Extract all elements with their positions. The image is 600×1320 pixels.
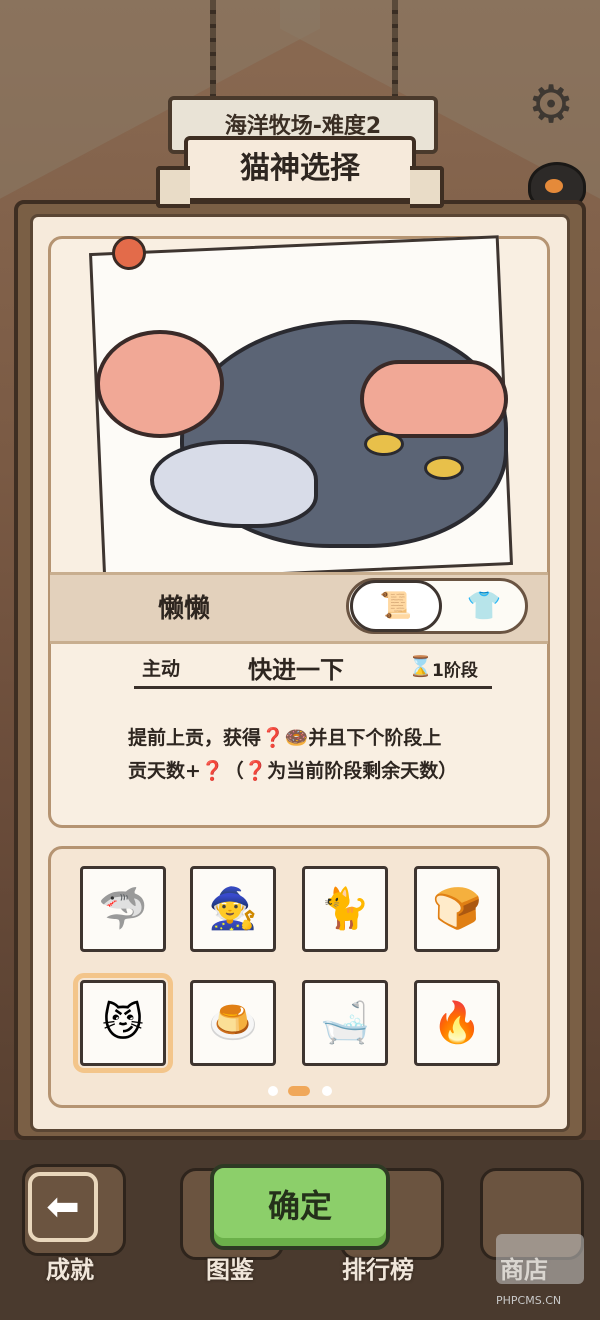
skill-divider bbox=[134, 686, 492, 689]
cat-name: 懒懒 bbox=[158, 594, 211, 624]
cat-eye-left bbox=[364, 432, 404, 456]
description-line-2: 贡天数+❓（❓为当前阶段剩余天数） bbox=[128, 760, 458, 782]
gear-icon[interactable]: ⚙ bbox=[524, 78, 578, 132]
shark-cat-icon[interactable]: 🦈 bbox=[80, 866, 166, 952]
hourglass-icon: ⌛ bbox=[408, 654, 433, 678]
siamese-cat-icon[interactable]: 🐈 bbox=[302, 866, 388, 952]
watermark-text: PHPCMS.CN bbox=[496, 1294, 562, 1307]
nav-achievements[interactable]: 成就 bbox=[46, 1250, 94, 1285]
back-button[interactable]: ⬅ bbox=[28, 1172, 98, 1242]
bath-cat-icon[interactable]: 🛁 bbox=[302, 980, 388, 1066]
chain-right bbox=[392, 0, 398, 96]
lazy-cat-icon[interactable]: 😼 bbox=[73, 973, 173, 1073]
cat-eye-right bbox=[424, 456, 464, 480]
shirt-icon[interactable]: 👕 bbox=[448, 580, 520, 632]
bread-cat-icon[interactable]: 🍞 bbox=[414, 866, 500, 952]
page-dot-active[interactable] bbox=[288, 1086, 310, 1096]
skill-stage: 1阶段 bbox=[432, 661, 478, 681]
panel-title: 猫神选择 bbox=[156, 136, 444, 208]
fire-cat-icon[interactable]: 🔥 bbox=[414, 980, 500, 1066]
skill-type: 主动 bbox=[142, 658, 181, 680]
watermark-logo bbox=[496, 1234, 584, 1284]
certificate-icon[interactable]: 📜 bbox=[350, 580, 442, 632]
wizard-cat-icon[interactable]: 🧙 bbox=[190, 866, 276, 952]
description-line-1: 提前上贡，获得❓🍩并且下个阶段上 bbox=[128, 727, 442, 749]
cat-fluff-hair bbox=[360, 360, 508, 438]
nav-catalog[interactable]: 图鉴 bbox=[206, 1250, 254, 1285]
pushpin-icon bbox=[112, 236, 146, 270]
pudding-cat-icon[interactable]: 🍮 bbox=[190, 980, 276, 1066]
chain-left bbox=[210, 0, 216, 96]
skill-name: 快进一下 bbox=[248, 656, 344, 684]
confirm-button[interactable]: 确定 bbox=[210, 1164, 390, 1250]
skill-description: 提前上贡，获得❓🍩并且下个阶段上 贡天数+❓（❓为当前阶段剩余天数） bbox=[128, 722, 488, 788]
page-dot[interactable] bbox=[268, 1086, 278, 1096]
page-dot[interactable] bbox=[322, 1086, 332, 1096]
cat-fluff-tail bbox=[96, 330, 224, 438]
nav-leaderboard[interactable]: 排行榜 bbox=[342, 1250, 414, 1285]
